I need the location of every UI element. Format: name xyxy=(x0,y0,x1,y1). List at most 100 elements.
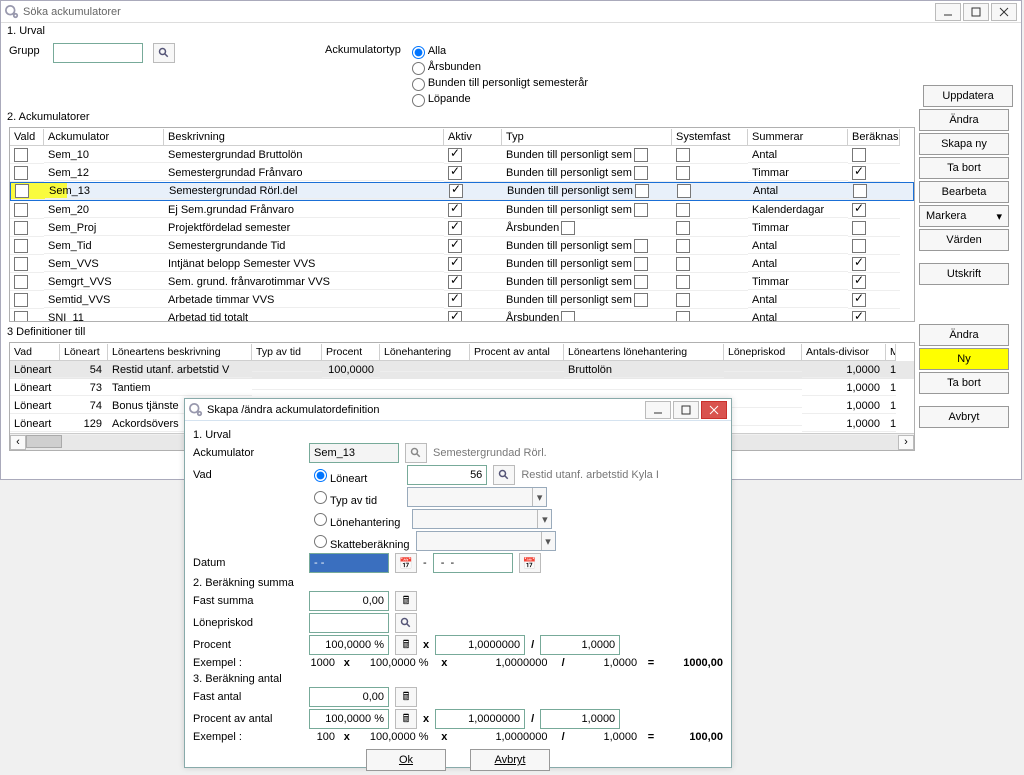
calculator-icon[interactable]: 🖩 xyxy=(395,709,417,729)
app-icon xyxy=(189,403,203,417)
ackumulatortyp-group: Ackumulatortyp Alla Årsbunden Bunden til… xyxy=(325,43,588,107)
group-label: Grupp xyxy=(9,43,43,57)
dlg-datum-label: Datum xyxy=(193,557,303,569)
dlg-pavantal2[interactable] xyxy=(435,709,525,729)
dlg-ack-search[interactable] xyxy=(405,443,427,463)
dlg-vad-label: Vad xyxy=(193,469,303,481)
dlg-procent-label: Procent xyxy=(193,639,303,651)
dialog-close-button[interactable] xyxy=(701,401,727,419)
dlg-radio-skatt[interactable]: Skatteberäkning xyxy=(309,532,410,551)
filter-panel: Grupp Ackumulatortyp Alla Årsbunden Bund… xyxy=(1,39,1021,109)
dlg-lpkod[interactable] xyxy=(309,613,389,633)
window-title: Söka ackumulatorer xyxy=(23,6,933,18)
minimize-button[interactable] xyxy=(935,3,961,21)
dlg-radio-loneart[interactable]: Löneart xyxy=(309,466,367,485)
markera-dropdown[interactable]: Markera▾ xyxy=(919,205,1009,227)
utskrift-button[interactable]: Utskrift xyxy=(919,263,1009,285)
def-grid-header: Vad Löneart Löneartens beskrivning Typ a… xyxy=(10,343,914,361)
group-input[interactable] xyxy=(53,43,143,63)
dialog-minimize-button[interactable] xyxy=(645,401,671,419)
dlg-radio-lonehantering[interactable]: Lönehantering xyxy=(309,510,400,529)
chevron-down-icon: ▾ xyxy=(532,488,546,506)
dlg-ack-desc: Semestergrundad Rörl. xyxy=(433,447,547,459)
chevron-down-icon: ▾ xyxy=(537,510,551,528)
dialog-sec2: 2. Beräkning summa xyxy=(193,577,723,589)
table-row[interactable]: Sem_VVSIntjänat belopp Semester VVSBunde… xyxy=(10,255,914,273)
chevron-down-icon: ▾ xyxy=(541,532,555,550)
dlg-lpkod-search[interactable] xyxy=(395,613,417,633)
table-row[interactable]: Sem_TidSemestergrundande TidBunden till … xyxy=(10,237,914,255)
dlg-typ-combo[interactable]: ▾ xyxy=(407,487,547,507)
dialog-title: Skapa /ändra ackumulatordefinition xyxy=(207,404,643,416)
dialog-ok-button[interactable]: Ok xyxy=(366,749,446,771)
dlg-exempel-label: Exempel : xyxy=(193,657,300,669)
radio-bunden[interactable]: Bunden till personligt semesterår xyxy=(407,75,588,91)
calculator-icon[interactable]: 🖩 xyxy=(395,635,417,655)
dlg-fastantal-label: Fast antal xyxy=(193,691,303,703)
calculator-icon[interactable]: 🖩 xyxy=(395,687,417,707)
table-row[interactable]: Sem_13Semestergrundad Rörl.delBunden til… xyxy=(10,182,914,201)
def-ny-button[interactable]: Ny xyxy=(919,348,1009,370)
dlg-procent3[interactable] xyxy=(540,635,620,655)
dlg-procent[interactable] xyxy=(309,635,389,655)
radio-arsbunden[interactable]: Årsbunden xyxy=(407,59,588,75)
calculator-icon[interactable]: 🖩 xyxy=(395,591,417,611)
dlg-lpkod-label: Lönepriskod xyxy=(193,617,303,629)
dlg-pavantal[interactable] xyxy=(309,709,389,729)
def-ta-bort-button[interactable]: Ta bort xyxy=(919,372,1009,394)
def-avbryt-button[interactable]: Avbryt xyxy=(919,406,1009,428)
scroll-left-icon[interactable]: ‹ xyxy=(10,435,26,450)
dialog-avbryt-button[interactable]: Avbryt xyxy=(470,749,550,771)
dlg-fastantal[interactable] xyxy=(309,687,389,707)
ta-bort-button[interactable]: Ta bort xyxy=(919,157,1009,179)
table-row[interactable]: Semgrt_VVSSem. grund. frånvarotimmar VVS… xyxy=(10,273,914,291)
dlg-datum-from[interactable]: - - xyxy=(309,553,389,573)
dialog-titlebar: Skapa /ändra ackumulatordefinition xyxy=(185,399,731,421)
dialog-maximize-button[interactable] xyxy=(673,401,699,419)
calendar-to-icon[interactable]: 📅 xyxy=(519,553,541,573)
group-search-button[interactable] xyxy=(153,43,175,63)
radio-alla[interactable]: Alla xyxy=(407,43,588,59)
table-row[interactable]: Sem_ProjProjektfördelad semesterÅrsbunde… xyxy=(10,219,914,237)
table-row[interactable]: SNI_11Arbetad tid totaltÅrsbundenAntal xyxy=(10,309,914,322)
radio-lopande[interactable]: Löpande xyxy=(407,91,588,107)
dlg-skatt-combo[interactable]: ▾ xyxy=(416,531,556,551)
calendar-from-icon[interactable]: 📅 xyxy=(395,553,417,573)
table-row[interactable]: Löneart73Tantiem1,00001,0000000 xyxy=(10,379,914,397)
dlg-radio-typavtid[interactable]: Typ av tid xyxy=(309,488,377,507)
search-icon xyxy=(400,617,412,629)
andra-button[interactable]: Ändra xyxy=(919,109,1009,131)
dlg-fastsumma[interactable] xyxy=(309,591,389,611)
dlg-datum-to[interactable] xyxy=(433,553,513,573)
scroll-right-icon[interactable]: › xyxy=(898,435,914,450)
maximize-button[interactable] xyxy=(963,3,989,21)
skapa-ny-button[interactable]: Skapa ny xyxy=(919,133,1009,155)
bearbeta-button[interactable]: Bearbeta xyxy=(919,181,1009,203)
varden-button[interactable]: Värden xyxy=(919,229,1009,251)
table-row[interactable]: Löneart54Restid utanf. arbetstid V100,00… xyxy=(10,361,914,379)
dialog-sec3: 3. Beräkning antal xyxy=(193,673,723,685)
app-icon xyxy=(5,5,19,19)
dlg-ack-label: Ackumulator xyxy=(193,447,303,459)
table-row[interactable]: Sem_10Semestergrundad BruttolönBunden ti… xyxy=(10,146,914,164)
ackumulatorer-grid: Vald Ackumulator Beskrivning Aktiv Typ S… xyxy=(9,127,915,322)
ack-grid-body[interactable]: Sem_10Semestergrundad BruttolönBunden ti… xyxy=(10,146,914,322)
table-row[interactable]: Sem_20Ej Sem.grundad FrånvaroBunden till… xyxy=(10,201,914,219)
update-button[interactable]: Uppdatera xyxy=(923,85,1013,107)
def-andra-button[interactable]: Ändra xyxy=(919,324,1009,346)
dlg-pavantal3[interactable] xyxy=(540,709,620,729)
dlg-vad-input[interactable] xyxy=(407,465,487,485)
dialog-sec1: 1. Urval xyxy=(193,429,723,441)
dlg-fastsumma-label: Fast summa xyxy=(193,595,303,607)
main-titlebar: Söka ackumulatorer xyxy=(1,1,1021,23)
section-3-header: 3 Definitioner till xyxy=(1,324,1021,340)
dlg-lhant-combo[interactable]: ▾ xyxy=(412,509,552,529)
ackumulatortyp-label: Ackumulatortyp xyxy=(325,43,401,56)
table-row[interactable]: Sem_12Semestergrundad FrånvaroBunden til… xyxy=(10,164,914,182)
dlg-ack-value xyxy=(309,443,399,463)
close-button[interactable] xyxy=(991,3,1017,21)
table-row[interactable]: Semtid_VVSArbetade timmar VVSBunden till… xyxy=(10,291,914,309)
dlg-vad-search[interactable] xyxy=(493,465,515,485)
dlg-procent2[interactable] xyxy=(435,635,525,655)
ack-grid-header: Vald Ackumulator Beskrivning Aktiv Typ S… xyxy=(10,128,914,146)
